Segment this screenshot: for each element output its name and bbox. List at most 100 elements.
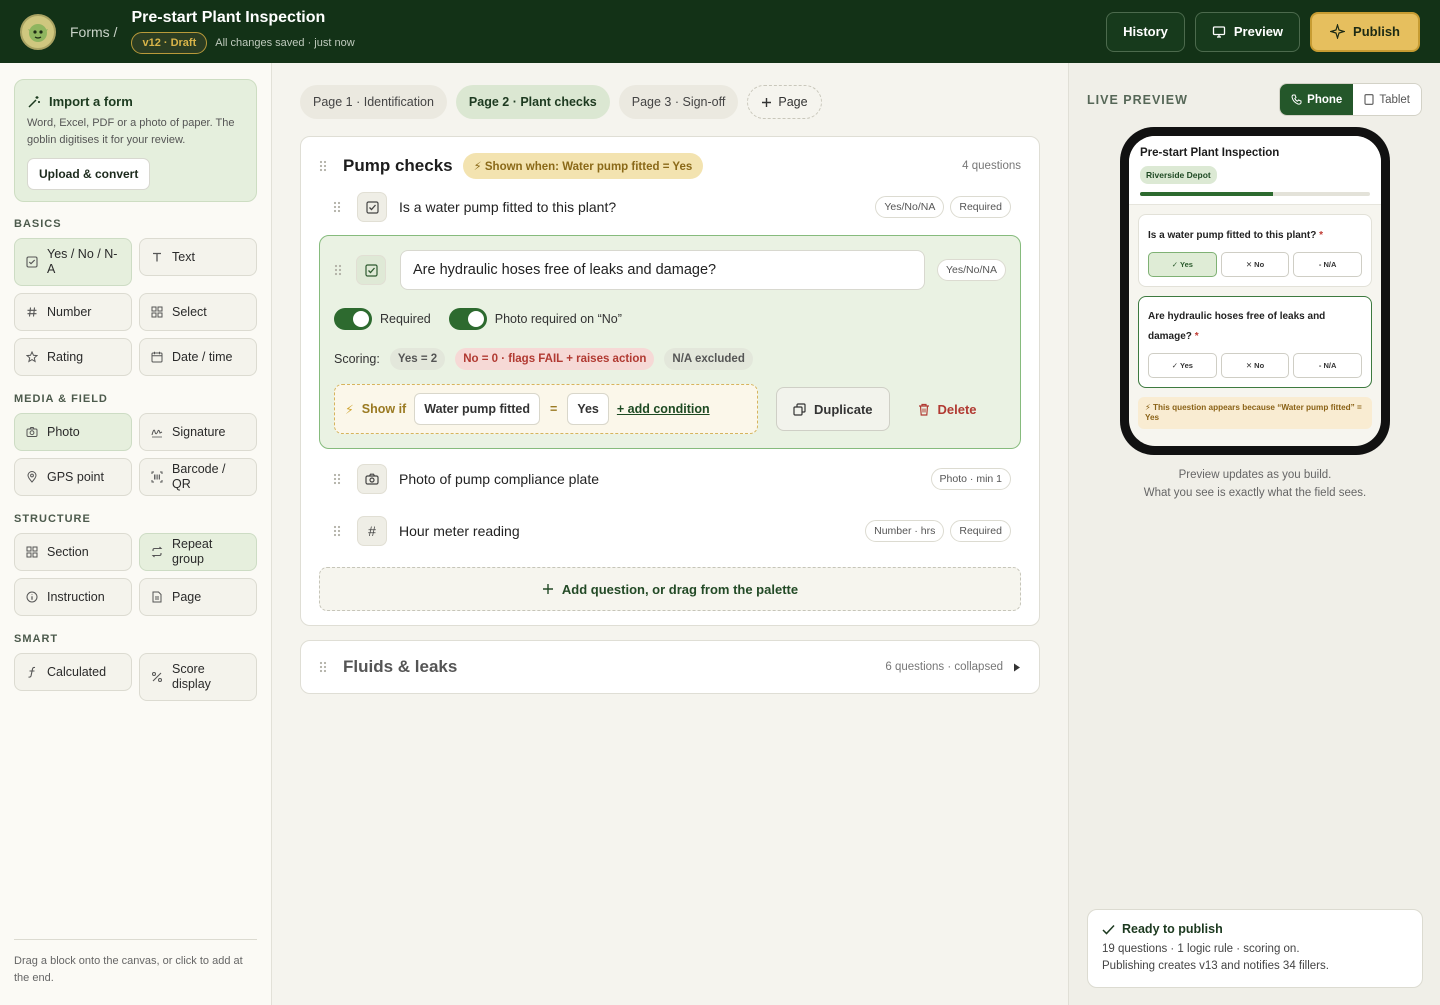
palette-block-label: Text [172,249,195,264]
drag-handle-icon[interactable] [319,160,329,172]
tablet-option[interactable]: Tablet [1353,84,1421,115]
toggle-switch[interactable] [448,308,487,330]
required-toggle[interactable]: Required [334,308,431,330]
palette-block[interactable]: Page [139,578,257,616]
question-row[interactable]: # Hour meter reading Number · hrs Require… [319,505,1021,557]
condition-operator[interactable]: = [550,402,557,416]
type-chip[interactable]: Yes/No/NA [937,259,1006,281]
palette-block[interactable]: Rating [14,338,132,376]
question-row[interactable]: Photo of pump compliance plate Photo · m… [319,453,1021,505]
palette-block[interactable]: Repeat group [139,533,257,571]
caption-line: What you see is exactly what the field s… [1143,487,1367,499]
option-yes[interactable]: ✓ Yes [1148,252,1217,277]
score-yes[interactable]: Yes = 2 [389,348,446,370]
show-if-rule: ⚡ Show if Water pump fitted = Yes + add … [334,384,758,434]
drag-handle-icon[interactable] [333,473,343,485]
drag-handle-icon[interactable] [319,661,329,673]
option-na[interactable]: - N/A [1293,252,1363,277]
publish-button[interactable]: Publish [1310,11,1420,52]
photo-toggle-label: Photo required on “No” [494,312,622,326]
palette-category-title: STRUCTURE [14,513,91,525]
preview-button[interactable]: Preview [1194,11,1301,52]
expand-arrow-icon[interactable] [1013,663,1021,672]
history-button[interactable]: History [1106,11,1185,52]
option-na[interactable]: - N/A [1293,353,1363,378]
preview-question-card: Is a water pump fitted to this plant? * … [1138,214,1372,287]
form-title[interactable]: Pre-start Plant Inspection [131,9,354,27]
add-condition-link[interactable]: + add condition [617,402,710,416]
palette-block[interactable]: Date / time [139,338,257,376]
option-no[interactable]: ✕ No [1220,353,1290,378]
palette-block[interactable]: Instruction [14,578,132,616]
breadcrumb[interactable]: Forms / [70,24,117,40]
sparkle-icon [1330,24,1346,39]
upload-convert-button[interactable]: Upload & convert [27,158,151,190]
copy-icon [793,402,806,416]
barcode-icon [151,471,163,483]
palette-block[interactable]: Signature [139,413,257,451]
condition-value-select[interactable]: Yes [567,393,609,425]
option-yes[interactable]: ✓ Yes [1148,353,1217,378]
add-question-button[interactable]: Add question, or drag from the palette [319,567,1021,611]
plus-icon [542,583,554,595]
option-no[interactable]: ✕ No [1220,252,1290,277]
type-chip: Yes/No/NA [875,196,945,218]
goblin-logo[interactable] [20,13,56,50]
section-fluids-leaks[interactable]: Fluids & leaks 6 questions · collapsed [300,640,1040,694]
drag-handle-icon[interactable] [333,201,343,213]
palette-block[interactable]: Calculated [14,653,132,691]
tab-page-1[interactable]: Page 1 · Identification [300,85,447,119]
percent-icon [151,671,163,683]
preview-label: Preview [1233,24,1284,39]
phone-option[interactable]: Phone [1280,84,1354,115]
score-na[interactable]: N/A excluded [664,348,753,370]
palette-grid: Photo Signature GPS point Barcode / QR [14,413,257,496]
history-label: History [1123,24,1168,39]
palette-block[interactable]: Number [14,293,132,331]
question-row[interactable]: Is a water pump fitted to this plant? Ye… [319,181,1021,233]
type-chip: Number · hrs [865,520,945,542]
magic-wand-icon [27,95,41,109]
palette-block[interactable]: Photo [14,413,132,451]
palette-block[interactable]: Select [139,293,257,331]
duplicate-button[interactable]: Duplicate [776,387,890,431]
publish-label: Publish [1353,24,1400,39]
required-star: * [1194,331,1199,342]
signature-icon [151,426,163,438]
palette-block[interactable]: Score display [139,653,257,701]
tab-page-3[interactable]: Page 3 · Sign-off [618,85,739,119]
toggle-switch[interactable] [334,308,372,330]
palette-category-title: SMART [14,633,59,645]
palette-block[interactable]: Yes / No / N-A [14,238,132,286]
palette-block[interactable]: Barcode / QR [139,458,257,496]
palette-block-label: Photo [47,424,80,439]
section-condition-badge[interactable]: ⚡ Shown when: Water pump fitted = Yes [462,153,704,179]
photo-required-toggle[interactable]: Photo required on “No” [448,308,622,330]
checkbox-icon [357,192,387,222]
palette-block-label: Number [47,304,92,319]
tab-page-2[interactable]: Page 2 · Plant checks [455,85,610,119]
calendar-icon [151,351,163,363]
palette-block[interactable]: GPS point [14,458,132,496]
section-title[interactable]: Pump checks [343,156,453,176]
preview-question-text: Are hydraulic hoses free of leaks and da… [1148,311,1326,342]
palette-block[interactable]: Section [14,533,132,571]
trash-icon [918,403,930,416]
add-page-button[interactable]: Page [747,85,822,119]
repeat-icon [151,546,163,558]
section-pump-checks: Pump checks ⚡ Shown when: Water pump fit… [300,136,1040,626]
delete-button[interactable]: Delete [918,402,977,417]
checkbox-icon [356,255,386,285]
hash-icon: # [357,516,387,546]
score-no[interactable]: No = 0 · flags FAIL + raises action [455,348,655,370]
drag-handle-icon[interactable] [334,264,344,276]
top-bar: Forms / Pre-start Plant Inspection v12 ·… [0,0,1440,63]
page-icon [151,591,163,603]
condition-field-select[interactable]: Water pump fitted [414,393,541,425]
palette-block[interactable]: Text [139,238,257,276]
question-text-input[interactable]: Are hydraulic hoses free of leaks and da… [400,250,926,290]
progress-fill [1140,192,1274,196]
palette-block-label: Rating [47,349,84,364]
info-icon [26,591,38,603]
drag-handle-icon[interactable] [333,525,343,537]
